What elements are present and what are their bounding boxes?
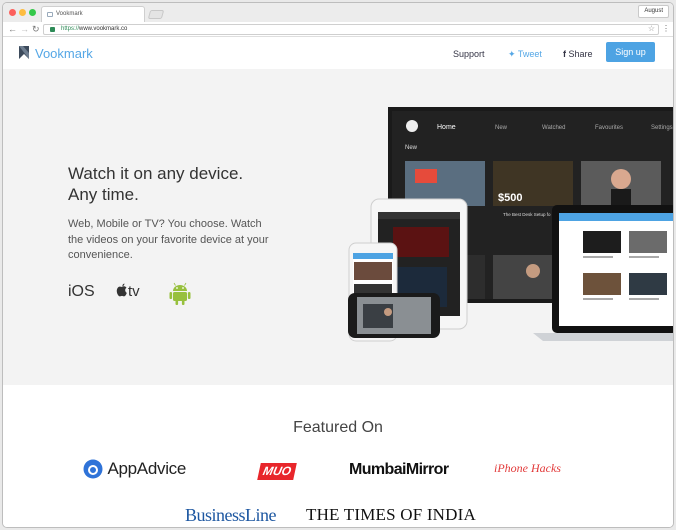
times-of-india-logo[interactable]: THE TIMES OF INDIA: [306, 505, 476, 525]
new-tab-button[interactable]: [147, 10, 165, 19]
profile-button[interactable]: August: [638, 5, 669, 18]
devices-illustration: Home New Watched Favourites Settings New…: [348, 107, 673, 342]
hero-title-line1: Watch it on any device.: [68, 164, 244, 183]
forward-icon[interactable]: →: [20, 24, 29, 34]
back-icon[interactable]: ←: [8, 24, 17, 34]
hero-section: Watch it on any device. Any time. Web, M…: [3, 69, 673, 385]
apple-tv-label: tv: [116, 283, 140, 300]
twitter-bird-icon: ✦: [508, 49, 516, 59]
business-line-logo[interactable]: BusinessLine: [185, 505, 277, 526]
tv-logo-icon: [406, 120, 418, 132]
support-link[interactable]: Support: [453, 49, 485, 59]
tv-menu-home: Home: [437, 124, 456, 131]
times-of-india-text: THE TIMES OF INDIA: [306, 505, 476, 524]
muo-logo[interactable]: MUO: [257, 463, 297, 480]
ios-label: iOS: [68, 283, 95, 300]
featured-title: Featured On: [293, 419, 383, 436]
minimize-window-icon[interactable]: [19, 9, 26, 16]
tv-menu-watched: Watched: [542, 125, 565, 131]
tweet-link[interactable]: ✦ Tweet: [508, 49, 542, 60]
android-icon: [169, 282, 191, 305]
bookmark-star-icon[interactable]: ☆: [648, 24, 655, 33]
page-favicon-icon: [47, 12, 53, 17]
tv-section-title: New: [405, 145, 418, 151]
browser-toolbar: ← → ↻ https://www.vookmark.co ☆ ⋮: [3, 22, 673, 37]
apple-logo-icon: [116, 283, 127, 297]
appadvice-logo[interactable]: AppAdvice: [83, 459, 186, 479]
lock-icon: [50, 27, 55, 32]
hero-subtitle: Web, Mobile or TV? You choose. Watch the…: [68, 218, 269, 261]
url-host: www.vookmark.co: [79, 26, 128, 32]
url-scheme: https://: [61, 26, 80, 32]
zoom-window-icon[interactable]: [29, 9, 36, 16]
mumbai-mirror-logo[interactable]: MumbaiMirror: [349, 461, 449, 479]
tv-menu-new: New: [495, 125, 508, 131]
tv-menu-settings: Settings: [651, 125, 673, 131]
appadvice-icon: [83, 459, 103, 479]
sign-up-button[interactable]: Sign up: [606, 42, 655, 62]
share-label: Share: [568, 49, 593, 59]
tv-text: tv: [128, 283, 140, 300]
mumbai-mirror-text: MumbaiMirror: [349, 461, 449, 478]
site-header: Vookmark Support ✦ Tweet f Share Sign up: [3, 37, 673, 69]
vookmark-logo-icon[interactable]: [19, 46, 29, 59]
share-link[interactable]: f Share: [563, 49, 593, 59]
tv-menu-favourites: Favourites: [595, 125, 623, 131]
close-window-icon[interactable]: [9, 9, 16, 16]
laptop-device: [533, 205, 673, 341]
svg-text:$500: $500: [498, 192, 522, 204]
reload-icon[interactable]: ↻: [32, 24, 40, 34]
iphone-hacks-text: iPhone Hacks: [494, 461, 561, 475]
facebook-icon: f: [563, 49, 566, 59]
phone-landscape-device: [348, 293, 440, 338]
iphone-hacks-logo[interactable]: iPhone Hacks: [494, 461, 561, 476]
tweet-label: Tweet: [517, 49, 542, 59]
site-logo[interactable]: Vookmark: [35, 46, 93, 61]
address-bar[interactable]: https://www.vookmark.co ☆: [43, 24, 659, 35]
tv-video-title: The Best Desk Setup fo: [503, 212, 551, 217]
browser-tab[interactable]: Vookmark: [41, 6, 145, 22]
muo-text: MUO: [261, 464, 293, 478]
title-bar: Vookmark August: [3, 3, 673, 22]
business-line-text: BusinessLine: [185, 505, 277, 525]
browser-menu-icon[interactable]: ⋮: [662, 24, 670, 33]
browser-window: Vookmark August ← → ↻ https://www.vookma…: [2, 2, 674, 528]
featured-section: Featured On AppAdvice MUO MumbaiMirror i…: [3, 385, 673, 527]
appadvice-text: AppAdvice: [107, 459, 187, 478]
tab-title: Vookmark: [56, 11, 83, 17]
hero-title-line2: Any time.: [68, 185, 139, 204]
hero-title: Watch it on any device. Any time.: [68, 163, 298, 205]
